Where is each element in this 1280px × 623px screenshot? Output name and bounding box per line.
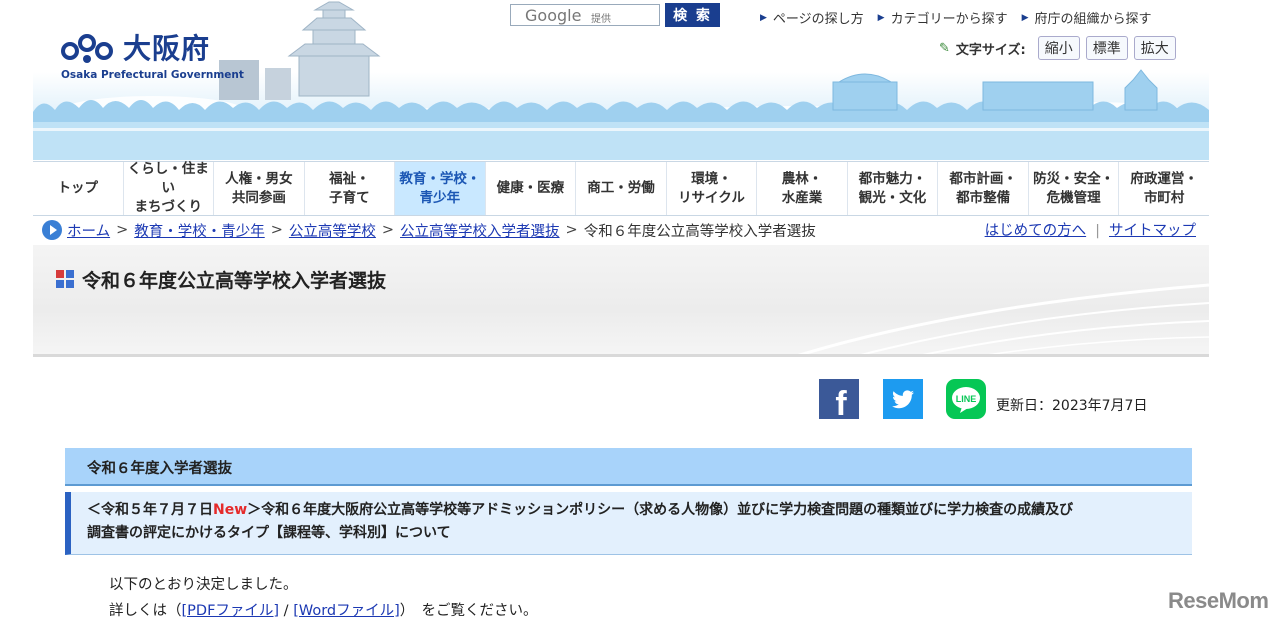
osaka-logo[interactable]: 大阪府 Osaka Prefectural Government — [61, 27, 251, 87]
nav-item-administration[interactable]: 府政運営・ 市町村 — [1119, 162, 1209, 215]
font-size-large-button[interactable]: 拡大 — [1133, 36, 1176, 60]
sub-heading-line1: ＜令和５年７月７日New＞令和６年度大阪府公立高等学校等アドミッションポリシー（… — [87, 499, 1192, 522]
site-header: 大阪府 Osaka Prefectural Government Google … — [33, 0, 1209, 160]
logo-text-en: Osaka Prefectural Government — [61, 69, 244, 81]
search-input[interactable]: Google 提供 — [510, 4, 660, 26]
sitemap-link[interactable]: サイトマップ — [1109, 223, 1196, 239]
updated-date: 更新日：2023年7月7日 — [996, 398, 1148, 414]
utility-links: はじめての方へ | サイトマップ — [985, 219, 1196, 240]
twitter-share-button[interactable] — [883, 379, 923, 419]
breadcrumb-separator: > — [381, 222, 395, 238]
facebook-icon: f — [835, 385, 847, 423]
nav-item-tourism[interactable]: 都市魅力・ 観光・文化 — [848, 162, 939, 215]
line-icon: LINE — [952, 387, 980, 413]
body-text-2: 詳しくは（[PDFファイル] / [Wordファイル]） をご覧ください。 — [109, 599, 538, 620]
nav-item-living[interactable]: くらし・住まい まちづくり — [124, 161, 215, 215]
top-link-page-guide[interactable]: ▶ ページの探し方 — [760, 8, 864, 27]
breadcrumb-current: 令和６年度公立高等学校入学者選抜 — [583, 223, 816, 240]
sub-heading-rest: ＞令和６年度大阪府公立高等学校等アドミッションポリシー（求める人物像）並びに学力… — [247, 502, 1074, 518]
facebook-share-button[interactable]: f — [819, 379, 859, 423]
twitter-bird-icon — [892, 390, 914, 409]
triangle-arrow-icon: ▶ — [1021, 12, 1029, 23]
resemom-watermark: ReseMom — [1168, 588, 1269, 613]
breadcrumb-public-high-school[interactable]: 公立高等学校 — [289, 220, 376, 241]
breadcrumb-admission[interactable]: 公立高等学校入学者選抜 — [400, 220, 560, 241]
nav-item-environment[interactable]: 環境・ リサイクル — [667, 162, 758, 215]
svg-text:LINE: LINE — [956, 394, 977, 404]
nav-item-top[interactable]: トップ — [33, 162, 124, 215]
font-size-normal-button[interactable]: 標準 — [1085, 36, 1128, 60]
nav-item-health[interactable]: 健康・医療 — [486, 162, 577, 215]
global-nav: トップ くらし・住まい まちづくり 人権・男女 共同参画 福祉・ 子育て 教育・… — [33, 161, 1209, 216]
top-link-label: カテゴリーから探す — [890, 12, 1008, 27]
slash-separator: / — [279, 603, 294, 619]
breadcrumb-separator: > — [565, 222, 578, 238]
logo-text-jp: 大阪府 — [123, 32, 211, 65]
circle-arrow-icon — [42, 220, 62, 240]
search-brand: Google — [525, 6, 582, 25]
osaka-mark-icon — [61, 34, 113, 63]
font-size-label: 文字サイズ: — [955, 42, 1026, 58]
nav-item-human-rights[interactable]: 人権・男女 共同参画 — [214, 162, 305, 215]
new-badge: New — [213, 502, 248, 518]
body-text-prefix: 詳しくは（ — [109, 603, 182, 619]
breadcrumb-education[interactable]: 教育・学校・青少年 — [134, 220, 265, 241]
triangle-arrow-icon: ▶ — [760, 12, 767, 23]
nav-item-commerce[interactable]: 商工・労働 — [576, 162, 667, 215]
breadcrumb: ホーム > 教育・学校・青少年 > 公立高等学校 > 公立高等学校入学者選抜 >… — [33, 218, 1209, 242]
breadcrumb-separator: > — [270, 222, 283, 238]
sub-heading-line2: 調査書の評定にかけるタイプ【課程等、学科別】について — [87, 525, 451, 541]
search-provider-label: 提供 — [591, 14, 611, 25]
sub-heading: ＜令和５年７月７日New＞令和６年度大阪府公立高等学校等アドミッションポリシー（… — [65, 492, 1192, 555]
nav-item-urban-planning[interactable]: 都市計画・ 都市整備 — [938, 162, 1029, 215]
nav-item-disaster[interactable]: 防災・安全・ 危機管理 — [1029, 162, 1120, 215]
top-links: ▶ ページの探し方 ▶ カテゴリーから探す ▶ 府庁の組織から探す — [760, 8, 1152, 27]
nav-item-education[interactable]: 教育・学校・ 青少年 — [395, 162, 486, 215]
search-button[interactable]: 検 索 — [665, 3, 720, 27]
sub-heading-prefix: ＜令和５年７月７日 — [87, 502, 213, 518]
top-link-label: 府庁の組織から探す — [1034, 12, 1152, 27]
four-squares-icon — [56, 270, 74, 288]
line-share-button[interactable]: LINE — [946, 379, 986, 419]
word-file-link[interactable]: [Wordファイル] — [293, 603, 400, 619]
title-band: 令和６年度公立高等学校入学者選抜 — [33, 245, 1209, 357]
nav-item-agriculture[interactable]: 農林・ 水産業 — [757, 162, 848, 215]
triangle-arrow-icon: ▶ — [877, 12, 885, 23]
top-link-category[interactable]: ▶ カテゴリーから探す — [878, 8, 1008, 27]
breadcrumb-separator: > — [116, 222, 129, 238]
body-text-suffix: ） をご覧ください。 — [399, 603, 538, 619]
nav-item-welfare[interactable]: 福祉・ 子育て — [305, 162, 396, 215]
breadcrumb-home[interactable]: ホーム — [67, 220, 110, 241]
pen-icon: ✎ — [939, 40, 950, 56]
svg-text:f: f — [835, 385, 847, 419]
top-link-organization[interactable]: ▶ 府庁の組織から探す — [1022, 8, 1152, 27]
pdf-file-link[interactable]: [PDFファイル] — [182, 603, 280, 619]
section-heading: 令和６年度入学者選抜 — [65, 448, 1192, 486]
title-band-decoration — [797, 283, 1209, 354]
body-text-1: 以下のとおり決定しました。 — [109, 577, 298, 593]
divider: | — [1095, 223, 1100, 239]
top-link-label: ページの探し方 — [772, 12, 864, 27]
first-time-link[interactable]: はじめての方へ — [985, 223, 1087, 239]
font-size-small-button[interactable]: 縮小 — [1037, 36, 1080, 60]
page-title: 令和６年度公立高等学校入学者選抜 — [82, 270, 387, 292]
font-size-control: ✎ 文字サイズ: 縮小 標準 拡大 — [939, 36, 1176, 60]
